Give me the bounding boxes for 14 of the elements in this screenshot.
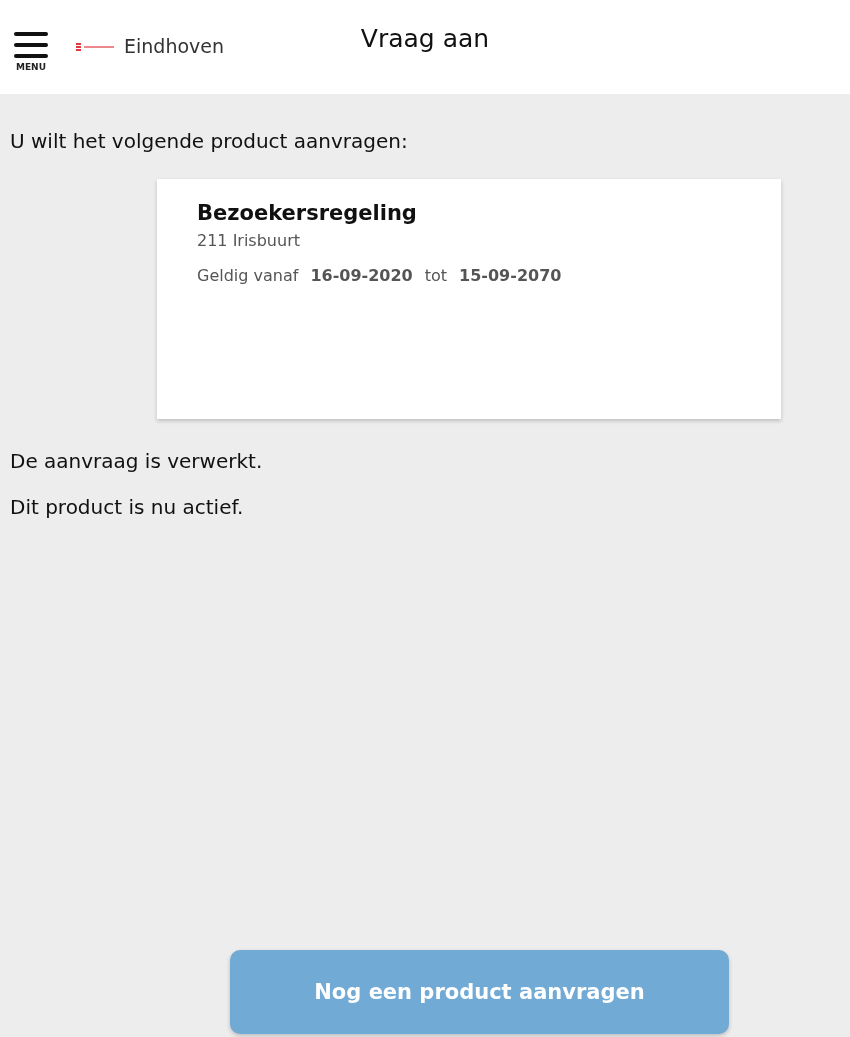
page-title: Vraag aan xyxy=(360,24,490,53)
valid-to-label: tot xyxy=(424,266,448,285)
status-message: Dit product is nu actief. xyxy=(10,495,245,519)
city-name: Eindhoven xyxy=(124,35,225,57)
product-name: Bezoekersregeling xyxy=(197,201,418,225)
menu-icon xyxy=(14,31,48,59)
valid-from-label: Geldig vanaf xyxy=(197,266,299,285)
valid-from-date: 16-09-2020 xyxy=(310,266,413,285)
status-message: De aanvraag is verwerkt. xyxy=(10,449,264,473)
valid-to-date: 15-09-2070 xyxy=(459,266,562,285)
logo-icon xyxy=(76,43,116,51)
product-area: 211 Irisbuurt xyxy=(197,231,741,250)
intro-text: U wilt het volgende product aanvragen: xyxy=(10,129,409,153)
menu-button[interactable]: MENU xyxy=(14,31,48,72)
